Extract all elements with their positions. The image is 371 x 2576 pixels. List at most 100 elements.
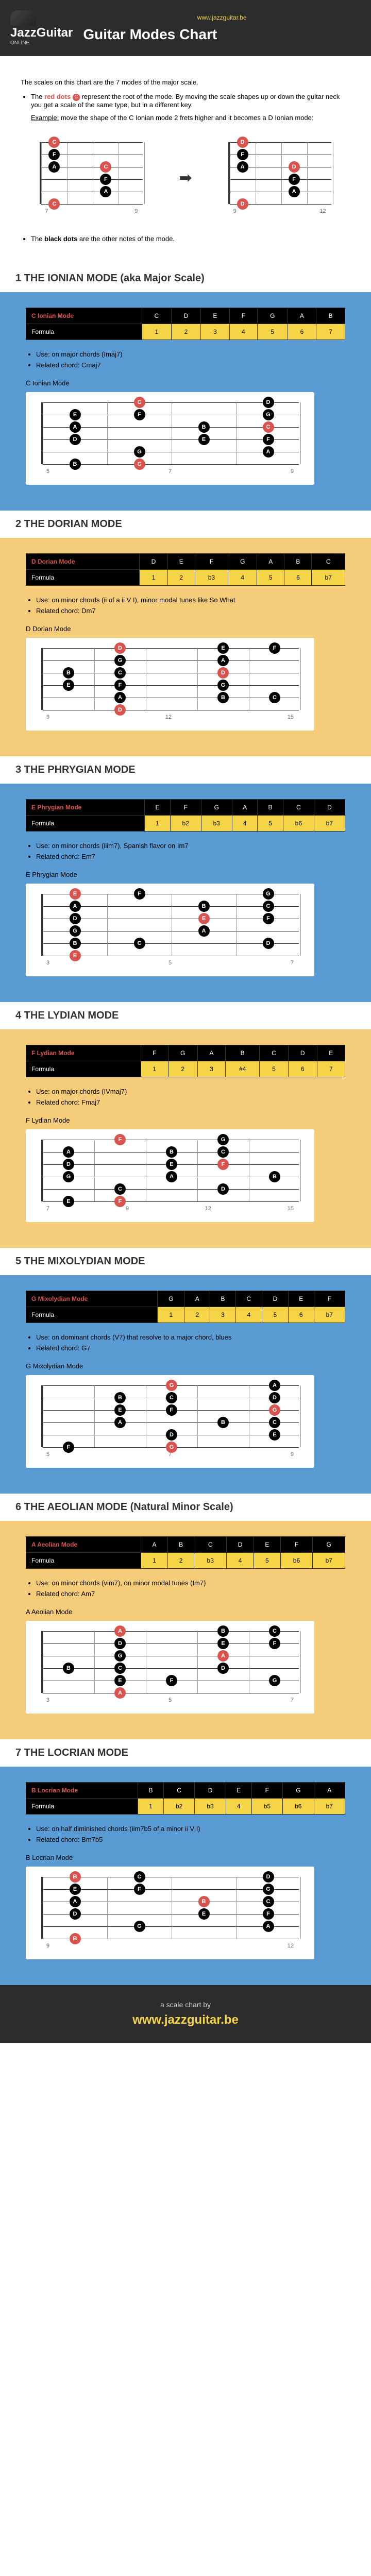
note-dot: A xyxy=(114,1687,126,1699)
formula-degree: 2 xyxy=(171,324,200,340)
note-dot: G xyxy=(166,1380,177,1391)
note-header: G xyxy=(283,1782,314,1798)
note-dot: E xyxy=(63,1196,74,1207)
mode-use: Use: on dominant chords (V7) that resolv… xyxy=(36,1333,345,1341)
mode-info: Use: on half diminished chords (iim7b5 o… xyxy=(26,1825,345,1843)
formula-degree: 2 xyxy=(184,1307,210,1323)
header: JazzGuitar ONLINE www.jazzguitar.be Guit… xyxy=(0,0,371,56)
footer: a scale chart by www.jazzguitar.be xyxy=(0,1985,371,2043)
fretboard-diagram: ABCDEFGABCDEFGA357 xyxy=(26,1621,314,1714)
formula-degree: b3 xyxy=(194,1552,227,1568)
note-header: C xyxy=(260,1045,289,1061)
fret-number: 7 xyxy=(46,1206,49,1212)
mode-diagram-label: D Dorian Mode xyxy=(26,625,345,633)
note-dot: F xyxy=(263,1908,274,1920)
mode-info: Use: on major chords (IVmaj7)Related cho… xyxy=(26,1088,345,1106)
fret-number: 9 xyxy=(46,714,49,720)
mode-chord: Related chord: Bm7b5 xyxy=(36,1836,345,1843)
mode-info: Use: on minor chords (iiim7), Spanish fl… xyxy=(26,842,345,860)
note-dot: G xyxy=(263,888,274,900)
note-dot: F xyxy=(134,409,145,420)
note-dot: F xyxy=(269,1638,280,1649)
note-dot: D xyxy=(70,1908,81,1920)
note-header: A xyxy=(257,553,284,569)
formula-degree: 2 xyxy=(167,569,195,585)
note-header: F xyxy=(314,1291,345,1307)
intro-bullet-1: The red dots C represent the root of the… xyxy=(31,93,350,122)
note-dot: F xyxy=(166,1675,177,1686)
note-dot: A xyxy=(70,901,81,912)
formula-label: Formula xyxy=(26,324,142,340)
formula-degree: 3 xyxy=(210,1307,236,1323)
mode-section-7: B Locrian ModeBCDEFGAFormula1b2b34b5b6b7… xyxy=(0,1767,371,1985)
formula-degree: 7 xyxy=(317,1061,345,1077)
mode-info: Use: on minor chords (vim7), on minor mo… xyxy=(26,1579,345,1598)
formula-label: Formula xyxy=(26,1061,141,1077)
note-dot: C xyxy=(263,901,274,912)
mode-section-3: E Phrygian ModeEFGABCDFormula1b2b345b6b7… xyxy=(0,784,371,1002)
formula-degree: b6 xyxy=(283,815,314,831)
formula-degree: 4 xyxy=(228,569,257,585)
formula-degree: 1 xyxy=(138,1798,164,1814)
formula-degree: 1 xyxy=(158,1307,184,1323)
intro-section: The scales on this chart are the 7 modes… xyxy=(0,56,371,265)
fretboard-diagram: DFADFAD912 xyxy=(213,132,347,225)
note-dot: D xyxy=(114,1638,126,1649)
note-dot: G xyxy=(114,1650,126,1662)
note-dot: D xyxy=(263,397,274,408)
note-dot: A xyxy=(217,1650,229,1662)
note-dot: B xyxy=(198,1896,210,1907)
formula-degree: b6 xyxy=(280,1552,313,1568)
mode-chord: Related chord: G7 xyxy=(36,1344,345,1352)
note-dot: F xyxy=(63,1442,74,1453)
fret-number: 7 xyxy=(291,1697,294,1703)
note-dot: F xyxy=(134,888,145,900)
note-dot: E xyxy=(63,680,74,691)
formula-label: Formula xyxy=(26,1307,158,1323)
formula-degree: 1 xyxy=(141,1061,168,1077)
note-header: E xyxy=(226,1782,251,1798)
formula-degree: b7 xyxy=(314,1798,345,1814)
formula-degree: 4 xyxy=(226,1798,251,1814)
fret-number: 5 xyxy=(46,1451,49,1458)
formula-label: Formula xyxy=(26,1552,141,1568)
fretboard-diagram: FGABCDEFGABCDEF791215 xyxy=(26,1129,314,1222)
header-url[interactable]: www.jazzguitar.be xyxy=(83,14,361,21)
mode-info: Use: on major chords (Imaj7)Related chor… xyxy=(26,350,345,369)
formula-degree: 2 xyxy=(168,1061,197,1077)
mode-section-1: C Ionian ModeCDEFGABFormula1234567Use: o… xyxy=(0,292,371,511)
fret-number: 7 xyxy=(45,208,48,214)
formula-degree: 5 xyxy=(257,324,288,340)
mode-chord: Related chord: Cmaj7 xyxy=(36,361,345,369)
note-header: B xyxy=(258,799,283,815)
note-header: D xyxy=(314,799,345,815)
formula-degree: b3 xyxy=(195,1798,226,1814)
mode-name: G Mixolydian Mode xyxy=(26,1291,158,1307)
formula-degree: 6 xyxy=(284,569,312,585)
note-dot: C xyxy=(114,667,126,679)
mode-title-3: 3 THE PHRYGIAN MODE xyxy=(0,756,371,784)
mode-name: F Lydian Mode xyxy=(26,1045,141,1061)
note-dot: A xyxy=(289,186,300,197)
note-dot: G xyxy=(263,409,274,420)
formula-degree: b2 xyxy=(163,1798,194,1814)
note-dot: C xyxy=(269,1417,280,1428)
note-dot: F xyxy=(114,680,126,691)
note-header: F xyxy=(141,1045,168,1061)
note-header: D xyxy=(227,1536,254,1552)
note-header: G xyxy=(158,1291,184,1307)
formula-label: Formula xyxy=(26,815,145,831)
formula-table: B Locrian ModeBCDEFGAFormula1b2b34b5b6b7 xyxy=(26,1782,345,1815)
note-dot: D xyxy=(217,1663,229,1674)
formula-degree: 6 xyxy=(288,1061,317,1077)
formula-degree: 4 xyxy=(235,1307,262,1323)
note-dot: C xyxy=(114,1183,126,1195)
mode-title-5: 5 THE MIXOLYDIAN MODE xyxy=(0,1248,371,1275)
note-dot: C xyxy=(269,692,280,703)
formula-table: F Lydian ModeFGABCDEFormula123#4567 xyxy=(26,1045,345,1077)
note-dot: G xyxy=(269,1675,280,1686)
note-dot: A xyxy=(114,1417,126,1428)
footer-url[interactable]: www.jazzguitar.be xyxy=(15,2013,356,2027)
mode-info: Use: on minor chords (ii of a ii V I), m… xyxy=(26,596,345,615)
note-dot: B xyxy=(166,1146,177,1158)
